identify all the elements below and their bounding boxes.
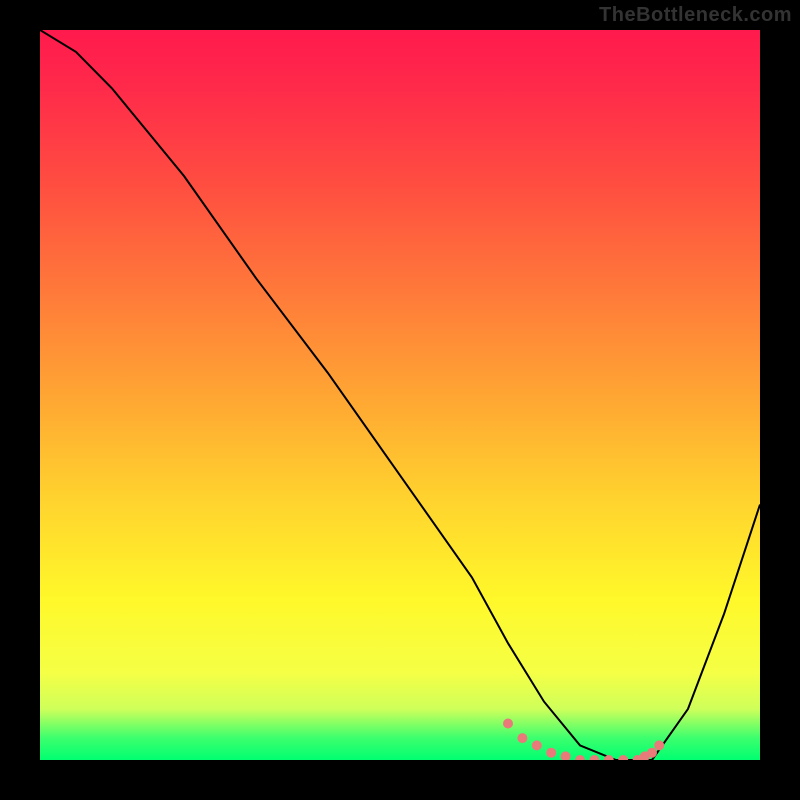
highlight-dot <box>503 719 513 729</box>
highlight-dot <box>532 740 542 750</box>
curve-layer <box>40 30 760 760</box>
chart-frame: TheBottleneck.com <box>0 0 800 800</box>
plot-area <box>40 30 760 760</box>
highlight-dot <box>575 755 585 760</box>
highlight-dot <box>618 755 628 760</box>
highlight-dot <box>647 748 657 758</box>
highlight-dot <box>517 733 527 743</box>
watermark-text: TheBottleneck.com <box>599 4 792 27</box>
highlight-dot <box>546 748 556 758</box>
highlight-dot <box>561 751 571 760</box>
highlight-dot <box>654 740 664 750</box>
highlight-dot <box>589 755 599 760</box>
series-curve <box>40 30 760 760</box>
